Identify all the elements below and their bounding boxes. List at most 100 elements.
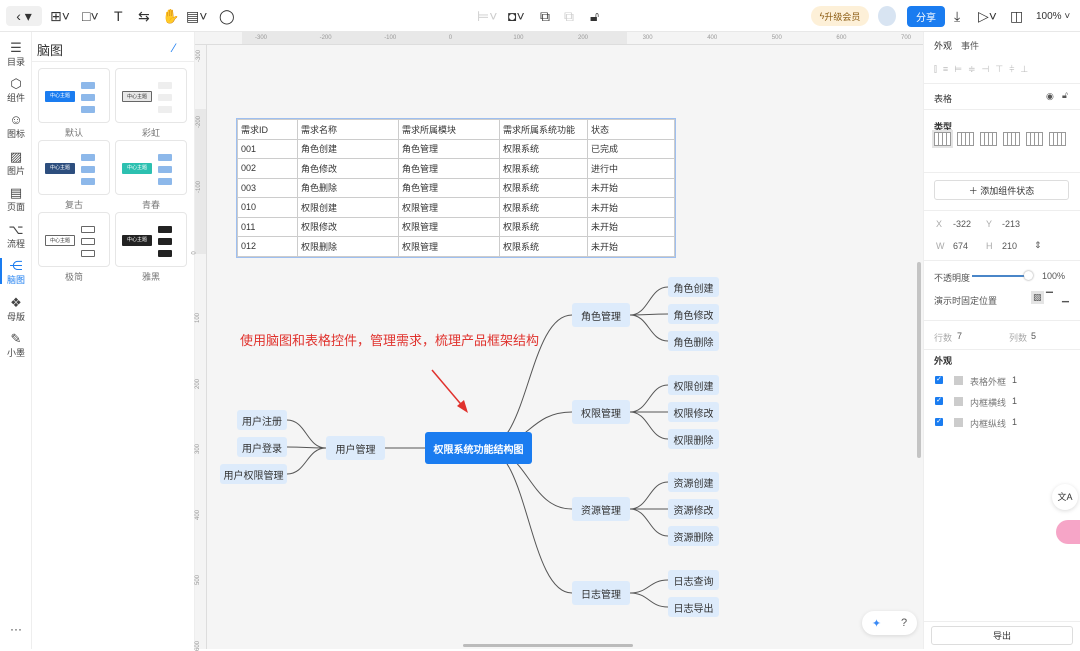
table-type-option-4[interactable]: [1026, 132, 1043, 146]
mindmap-leaf-node[interactable]: 资源修改: [668, 499, 719, 519]
theme-0[interactable]: 中心主题: [38, 68, 110, 123]
sidebar-item-8[interactable]: ✎ 小墨: [0, 331, 32, 359]
mindmap-center-node[interactable]: 权限系统功能结构图: [425, 432, 532, 464]
mindmap-branch-node[interactable]: 资源管理: [572, 497, 630, 521]
w-input[interactable]: 674: [953, 241, 968, 251]
x-input[interactable]: -322: [953, 219, 971, 229]
cols-input[interactable]: 5: [1031, 331, 1036, 341]
present-button[interactable]: ▷˅: [978, 6, 997, 26]
assistant-avatar[interactable]: [1056, 520, 1080, 544]
mindmap-leaf-node[interactable]: 用户登录: [237, 437, 287, 457]
layout-button[interactable]: ◫: [1010, 6, 1023, 26]
comment-button[interactable]: ◯: [219, 6, 235, 26]
mindmap-leaf-node[interactable]: 角色修改: [668, 304, 719, 324]
mindmap-leaf-node[interactable]: 权限修改: [668, 402, 719, 422]
mindmap-branch-node[interactable]: 日志管理: [572, 581, 630, 605]
insert-button[interactable]: ⊞˅: [50, 6, 70, 26]
h-input[interactable]: 210: [1002, 241, 1017, 251]
mindmap-leaf-node[interactable]: 资源创建: [668, 472, 719, 492]
mindmap-leaf-node[interactable]: 用户权限管理: [220, 464, 287, 484]
mindmap-branch-node[interactable]: 用户管理: [326, 436, 385, 460]
ratio-lock-icon[interactable]: ⇕: [1034, 240, 1042, 251]
canvas[interactable]: 需求ID 需求名称 需求所属模块 需求所属系统功能 状态 001 角色创建 角色管理 权限系统已…: [207, 45, 923, 649]
zoom-select[interactable]: 100% ˅: [1036, 6, 1070, 26]
border-color-swatch[interactable]: [954, 397, 963, 406]
mindmap-leaf-node[interactable]: 权限创建: [668, 375, 719, 395]
mindmap-leaf-node[interactable]: 日志查询: [668, 570, 719, 590]
opacity-slider[interactable]: [972, 275, 1027, 277]
theme-2[interactable]: 中心主题: [38, 140, 110, 195]
theme-4[interactable]: 中心主题: [38, 212, 110, 267]
mindmap-leaf-node[interactable]: 资源删除: [668, 526, 719, 546]
table-type-option-1[interactable]: [957, 132, 974, 146]
border-width-value[interactable]: 1: [1012, 417, 1017, 427]
align-button[interactable]: ⊨˅: [477, 6, 497, 26]
theme-3[interactable]: 中心主题: [115, 140, 187, 195]
text-button[interactable]: T: [114, 6, 123, 26]
sidebar-item-2[interactable]: ☺ 图标: [0, 112, 32, 140]
theme-1[interactable]: 中心主题: [115, 68, 187, 123]
hand-button[interactable]: ✋: [162, 6, 179, 26]
help-icon[interactable]: ?: [901, 617, 907, 629]
arrange-button[interactable]: ◘˅: [508, 6, 525, 26]
opacity-slider-handle[interactable]: [1024, 271, 1033, 280]
sidebar-item-7[interactable]: ❖ 母版: [0, 295, 32, 323]
border-checkbox[interactable]: ✓: [935, 397, 943, 405]
fixed-top-icon[interactable]: ▔: [1046, 292, 1053, 303]
ungroup-button[interactable]: ⧉: [564, 6, 574, 26]
lock-button[interactable]: 🔓︎: [590, 6, 599, 26]
download-button[interactable]: ⤓: [954, 6, 960, 26]
unlock-icon[interactable]: 🔓︎: [1062, 90, 1068, 101]
mindmap-leaf-node[interactable]: 日志导出: [668, 597, 719, 617]
group-button[interactable]: ⧉: [540, 6, 550, 26]
connector-line: [286, 447, 327, 475]
sidebar-item-4[interactable]: ▤ 页面: [0, 185, 32, 213]
mindmap-leaf-node[interactable]: 角色创建: [668, 277, 719, 297]
eye-icon[interactable]: ◉: [1046, 91, 1054, 102]
table-type-option-2[interactable]: [980, 132, 997, 146]
sidebar-item-6[interactable]: ⋲ 脑图: [0, 258, 32, 286]
avatar[interactable]: [878, 6, 896, 26]
fixed-none-icon[interactable]: ▧: [1031, 291, 1044, 304]
add-state-button[interactable]: ＋ 添加组件状态: [934, 180, 1069, 200]
horizontal-scrollbar[interactable]: [463, 644, 633, 647]
fixed-bottom-icon[interactable]: ▁: [1062, 292, 1069, 303]
border-color-swatch[interactable]: [954, 376, 963, 385]
border-width-value[interactable]: 1: [1012, 396, 1017, 406]
tab-events[interactable]: 事件: [961, 39, 979, 52]
ai-sparkle-icon[interactable]: ✦: [872, 617, 881, 630]
border-color-swatch[interactable]: [954, 418, 963, 427]
border-checkbox[interactable]: ✓: [935, 376, 943, 384]
note-button[interactable]: ▤˅: [186, 6, 207, 26]
border-checkbox[interactable]: ✓: [935, 418, 943, 426]
mindmap-leaf-node[interactable]: 角色删除: [668, 331, 719, 351]
export-button[interactable]: 导出: [931, 626, 1073, 645]
y-input[interactable]: -213: [1002, 219, 1020, 229]
border-width-value[interactable]: 1: [1012, 375, 1017, 385]
mindmap-branch-node[interactable]: 角色管理: [572, 303, 630, 327]
table-type-option-3[interactable]: [1003, 132, 1020, 146]
upgrade-button[interactable]: ϟ 升级会员: [811, 6, 869, 26]
table-type-option-0[interactable]: [932, 130, 953, 148]
connector-button[interactable]: ⇆: [138, 6, 150, 26]
sidebar-item-1[interactable]: ⬡ 组件: [0, 76, 32, 104]
more-button[interactable]: ···: [0, 622, 32, 636]
theme-5[interactable]: 中心主题: [115, 212, 187, 267]
back-button[interactable]: ‹ ▾: [6, 6, 42, 26]
tab-appearance[interactable]: 外观: [934, 39, 952, 52]
translate-button[interactable]: 文A: [1052, 484, 1078, 510]
magic-icon[interactable]: ⁄: [173, 41, 175, 55]
align-icons[interactable]: ⫿≡⊨≑⊣⊤⫩⊥: [934, 64, 1034, 75]
sidebar-item-3[interactable]: ▨ 图片: [0, 149, 32, 177]
shape-button[interactable]: □˅: [82, 6, 99, 26]
sidebar-item-0[interactable]: ☰ 目录: [0, 40, 32, 68]
vertical-scrollbar[interactable]: [917, 262, 921, 458]
mindmap-branch-node[interactable]: 权限管理: [572, 400, 630, 424]
share-button[interactable]: 分享: [907, 6, 945, 27]
mindmap-leaf-node[interactable]: 用户注册: [237, 410, 287, 430]
rows-input[interactable]: 7: [957, 331, 962, 341]
mindmap-icon: ⋲: [9, 258, 23, 273]
table-type-option-5[interactable]: [1049, 132, 1066, 146]
sidebar-item-5[interactable]: ⌥ 流程: [0, 222, 32, 250]
mindmap-leaf-node[interactable]: 权限删除: [668, 429, 719, 449]
